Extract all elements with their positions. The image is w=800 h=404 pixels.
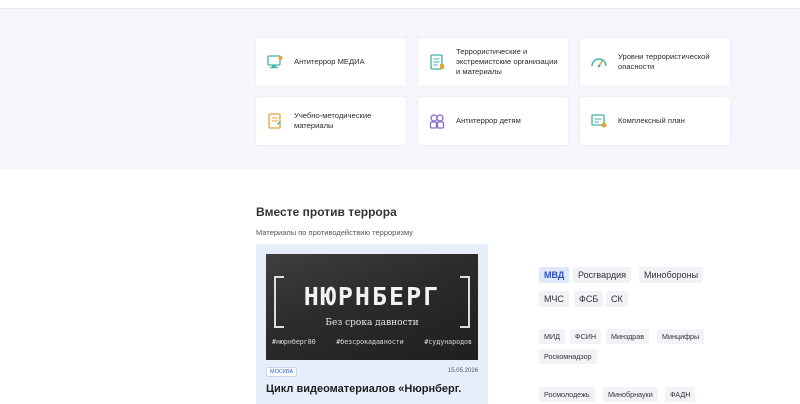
category-label: Антитеррор детям (456, 116, 521, 125)
agency-chip-sk[interactable]: СК (606, 291, 628, 307)
agency-chip-minzdrav[interactable]: Минздрав (606, 329, 650, 344)
category-label: Террористические и экстремистские органи… (456, 47, 558, 76)
agency-chip-mchs[interactable]: МЧС (539, 291, 569, 307)
category-card-media[interactable]: Антитеррор МЕДИА (256, 38, 406, 86)
news-headline[interactable]: Цикл видеоматериалов «Нюрнберг. (266, 382, 480, 396)
agency-chip-fsin[interactable]: ФСИН (570, 329, 602, 344)
top-header (0, 0, 800, 9)
gauge-icon (590, 53, 608, 71)
news-date: 15.05.2026 (447, 368, 478, 374)
agency-chip-mvd[interactable]: МВД (539, 267, 570, 283)
monitor-icon (266, 53, 284, 71)
category-band (0, 9, 800, 169)
hashtag: #нюрнберг80 (272, 338, 316, 346)
agency-chip-mid[interactable]: МИД (539, 329, 566, 344)
category-card-children[interactable]: Антитеррор детям (418, 97, 568, 145)
featured-news-card[interactable]: НЮРНБЕРГ Без срока давности #нюрнберг80 … (256, 244, 488, 404)
agency-chip-fsb[interactable]: ФСБ (574, 291, 604, 307)
category-card-complex-plan[interactable]: Комплексный план (580, 97, 730, 145)
agency-chip-mincifry[interactable]: Минцифры (657, 329, 705, 344)
agency-chip-minoborony[interactable]: Минобороны (639, 267, 704, 283)
children-icon (428, 112, 446, 130)
notebook-icon (266, 112, 284, 130)
hashtag: #судународов (424, 338, 472, 346)
banner-hashtags: #нюрнберг80 #безсрокадавности #судународ… (272, 338, 472, 346)
category-card-teaching-materials[interactable]: Учебно-методические материалы (256, 97, 406, 145)
agency-chip-rosgvardia[interactable]: Росгвардия (573, 267, 632, 283)
document-list-icon (428, 53, 446, 71)
category-label: Уровни террористической опасности (618, 52, 710, 71)
agency-chip-roskomnadzor[interactable]: Роскомнадзор (539, 349, 597, 364)
banner-title: НЮРНБЕРГ (303, 282, 441, 311)
category-label: Комплексный план (618, 116, 685, 125)
category-label: Учебно-методические материалы (294, 111, 372, 130)
category-card-organizations[interactable]: Террористические и экстремистские органи… (418, 38, 568, 86)
banner-subtitle: Без срока давности (325, 318, 419, 328)
category-label: Антитеррор МЕДИА (294, 57, 365, 66)
news-banner-image[interactable]: НЮРНБЕРГ Без срока давности #нюрнберг80 … (266, 254, 478, 360)
section-subtitle: Материалы по противодействию терроризму (256, 228, 413, 237)
section-title: Вместе против террора (256, 205, 397, 219)
location-tag[interactable]: МОСКВА (266, 367, 298, 377)
hashtag: #безсрокадавности (336, 338, 404, 346)
plan-icon (590, 112, 608, 130)
category-card-threat-levels[interactable]: Уровни террористической опасности (580, 38, 730, 86)
